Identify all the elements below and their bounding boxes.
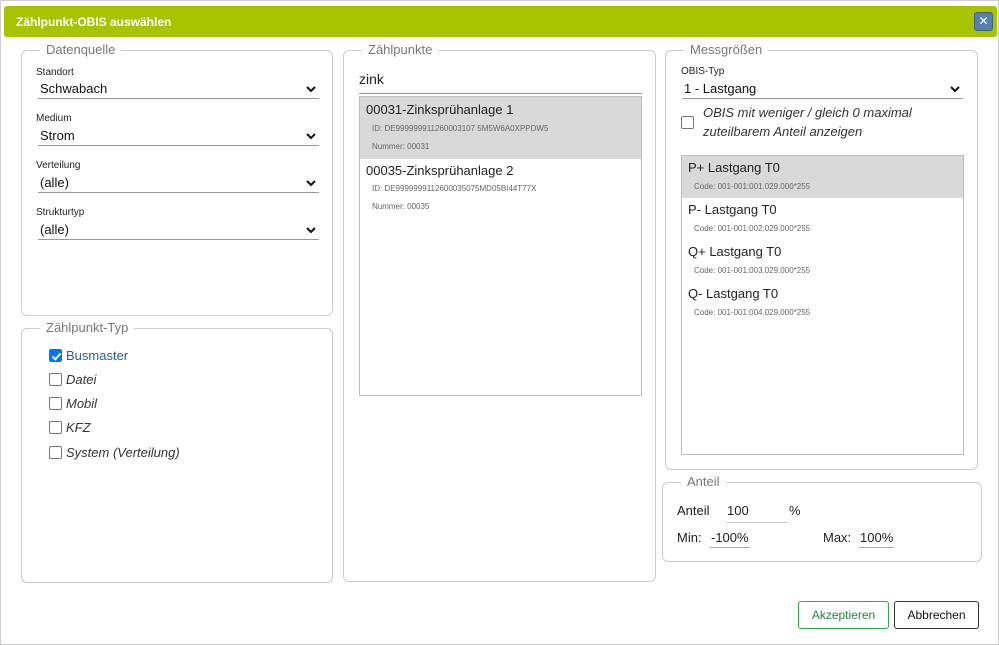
strukturtyp-label: Strukturtyp — [36, 207, 85, 218]
zaehlpunkte-panel: Zählpunkte zink 00031-Zinksprühanlage 1 … — [343, 42, 656, 582]
list-item[interactable]: 00031-Zinksprühanlage 1 ID: DE9999999112… — [360, 97, 641, 159]
standort-value: Schwabach — [40, 81, 108, 96]
list-item-name: P- Lastgang T0 — [688, 202, 777, 217]
list-item[interactable]: P- Lastgang T0 Code: 001-001:002.029.000… — [682, 198, 963, 240]
close-icon: ✕ — [978, 14, 989, 28]
medium-label: Medium — [36, 113, 72, 124]
checkbox-unchecked-icon — [49, 397, 62, 410]
list-item-code: Code: 001-001:002.029.000*255 — [694, 224, 811, 233]
min-label: Min: — [677, 530, 702, 545]
checkbox-unchecked-icon — [49, 446, 62, 459]
medium-select[interactable]: Strom — [38, 126, 319, 146]
chevron-down-icon — [306, 180, 316, 187]
list-item-name: Q+ Lastgang T0 — [688, 244, 782, 259]
standort-label: Standort — [36, 67, 74, 78]
strukturtyp-select[interactable]: (alle) — [38, 220, 319, 240]
dialog-titlebar: Zählpunkt-OBIS auswählen ✕ — [4, 6, 997, 37]
min-value[interactable]: -100% — [710, 530, 750, 548]
checkbox-label: Busmaster — [66, 348, 129, 363]
obis-filter-label-line2: zuteilbarem Anteil anzeigen — [703, 124, 863, 139]
checkbox-label: Datei — [66, 372, 97, 387]
verteilung-label: Verteilung — [36, 160, 81, 171]
chevron-down-icon — [306, 86, 316, 93]
list-item[interactable]: P+ Lastgang T0 Code: 001-001:001.029.000… — [682, 156, 963, 198]
chevron-down-icon — [950, 86, 960, 93]
checkbox-unchecked-icon — [49, 373, 62, 386]
dialog-title: Zählpunkt-OBIS auswählen — [16, 15, 172, 29]
checkbox-unchecked-icon — [49, 421, 62, 434]
accept-button[interactable]: Akzeptieren — [798, 601, 889, 629]
list-item-name: P+ Lastgang T0 — [688, 160, 780, 175]
checkbox-unchecked-icon — [681, 116, 694, 129]
zaehlpunkte-search-input[interactable]: zink — [359, 70, 642, 94]
list-item-code: Code: 001-001:001.029.000*255 — [694, 182, 811, 191]
list-item-name: 00035-Zinksprühanlage 2 — [366, 163, 514, 178]
obis-typ-value: 1 - Lastgang — [684, 81, 757, 96]
cancel-button[interactable]: Abbrechen — [894, 601, 979, 629]
anteil-legend: Anteil — [681, 474, 726, 490]
messgroessen-legend: Messgrößen — [684, 42, 769, 58]
strukturtyp-value: (alle) — [40, 222, 69, 237]
list-item-nummer: Nummer: 00031 — [372, 142, 430, 151]
standort-select[interactable]: Schwabach — [38, 79, 319, 99]
verteilung-value: (alle) — [40, 175, 69, 190]
chevron-down-icon — [306, 227, 316, 234]
zaehlpunkte-list: 00031-Zinksprühanlage 1 ID: DE9999999112… — [359, 96, 642, 396]
list-item-code: Code: 001-001:003.029.000*255 — [694, 266, 811, 275]
messgroessen-panel: Messgrößen OBIS-Typ 1 - Lastgang OBIS mi… — [665, 42, 978, 470]
datenquelle-legend: Datenquelle — [40, 42, 122, 58]
list-item[interactable]: Q- Lastgang T0 Code: 001-001:004.029.000… — [682, 282, 963, 324]
max-label: Max: — [823, 530, 852, 545]
list-item-name: 00031-Zinksprühanlage 1 — [366, 102, 514, 117]
checkbox-label: Mobil — [66, 396, 98, 411]
anteil-unit: % — [789, 503, 801, 518]
anteil-panel: Anteil Anteil 100 % Min: -100% Max: 100% — [662, 474, 982, 562]
list-item-id: ID: DE999999911260003107 5M5W6A0XPPDW5 — [372, 124, 549, 133]
chevron-down-icon — [306, 133, 316, 140]
close-button[interactable]: ✕ — [974, 12, 993, 31]
list-item[interactable]: 00035-Zinksprühanlage 2 ID: DE9999999112… — [360, 159, 641, 221]
checkbox-label: System (Verteilung) — [66, 445, 180, 460]
dialog-window: Zählpunkt-OBIS auswählen ✕ Datenquelle S… — [0, 0, 999, 645]
messgroessen-list: P+ Lastgang T0 Code: 001-001:001.029.000… — [681, 155, 964, 455]
zaehlpunkttyp-legend: Zählpunkt-Typ — [40, 320, 135, 336]
list-item-nummer: Nummer: 00035 — [372, 202, 430, 211]
verteilung-select[interactable]: (alle) — [38, 173, 319, 193]
obis-filter-label-line1: OBIS mit weniger / gleich 0 maximal — [703, 105, 912, 120]
search-value: zink — [359, 71, 384, 87]
anteil-input[interactable]: 100 — [726, 501, 788, 523]
anteil-value: 100 — [727, 503, 749, 518]
list-item-code: Code: 001-001:004.029.000*255 — [694, 308, 811, 317]
list-item[interactable]: Q+ Lastgang T0 Code: 001-001:003.029.000… — [682, 240, 963, 282]
list-item-id: ID: DE9999999112600035075MD05BI44T77X — [372, 184, 537, 193]
anteil-label: Anteil — [677, 503, 710, 518]
obis-typ-label: OBIS-Typ — [681, 66, 725, 77]
zaehlpunkttyp-panel: Zählpunkt-Typ Busmaster Datei Mobil KFZ … — [21, 320, 333, 583]
medium-value: Strom — [40, 128, 75, 143]
list-item-name: Q- Lastgang T0 — [688, 286, 779, 301]
checkbox-checked-icon — [49, 349, 62, 362]
obis-filter-checkbox[interactable]: OBIS mit weniger / gleich 0 maximal zute… — [681, 104, 971, 142]
zaehlpunkte-legend: Zählpunkte — [362, 42, 439, 58]
datenquelle-panel: Datenquelle Standort Schwabach Medium St… — [21, 42, 333, 316]
obis-typ-select[interactable]: 1 - Lastgang — [682, 79, 963, 99]
checkbox-label: KFZ — [66, 420, 91, 435]
max-value[interactable]: 100% — [859, 530, 895, 548]
